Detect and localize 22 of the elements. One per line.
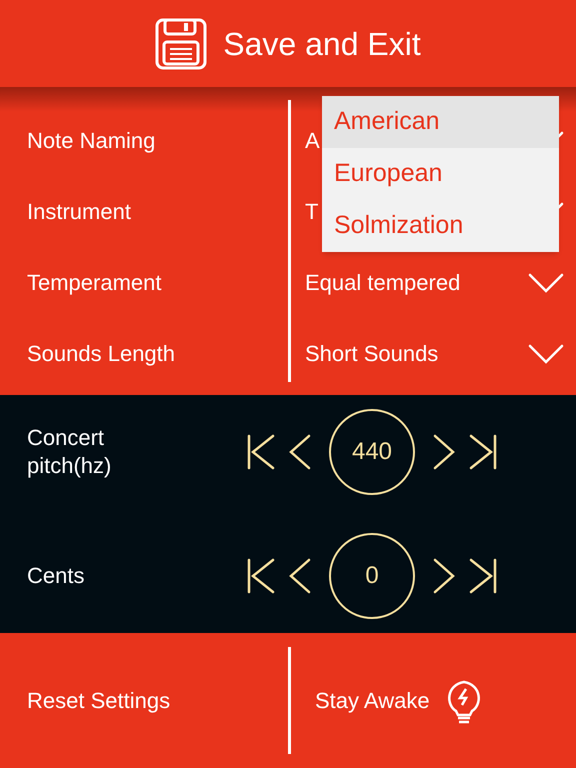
setting-label: Temperament (26, 269, 163, 297)
setting-value[interactable]: Short Sounds (305, 337, 438, 370)
setting-value[interactable]: T (305, 195, 318, 228)
skip-to-start-icon[interactable] (245, 556, 277, 596)
chevron-down-icon[interactable] (528, 344, 564, 364)
setting-label: Instrument (26, 198, 132, 226)
dropdown-option[interactable]: European (322, 148, 559, 200)
dropdown-option[interactable]: Solmization (322, 200, 559, 252)
setting-label: Sounds Length (26, 340, 176, 368)
setting-label: Note Naming (26, 127, 156, 155)
stay-awake-button[interactable]: Stay Awake (315, 684, 430, 717)
chevron-down-icon[interactable] (528, 272, 564, 292)
skip-to-start-icon[interactable] (245, 432, 277, 472)
stepper-label: Concert pitch(hz) (26, 424, 112, 480)
setting-value[interactable]: Equal tempered (305, 266, 460, 299)
save-and-exit-button[interactable]: Save and Exit (223, 20, 421, 68)
dropdown-option[interactable]: American (322, 96, 559, 148)
setting-value[interactable]: A (305, 124, 320, 157)
skip-to-end-icon[interactable] (467, 432, 499, 472)
stepper-label: Cents (26, 562, 86, 590)
skip-to-end-icon[interactable] (467, 556, 499, 596)
reset-settings-button[interactable]: Reset Settings (27, 684, 170, 717)
